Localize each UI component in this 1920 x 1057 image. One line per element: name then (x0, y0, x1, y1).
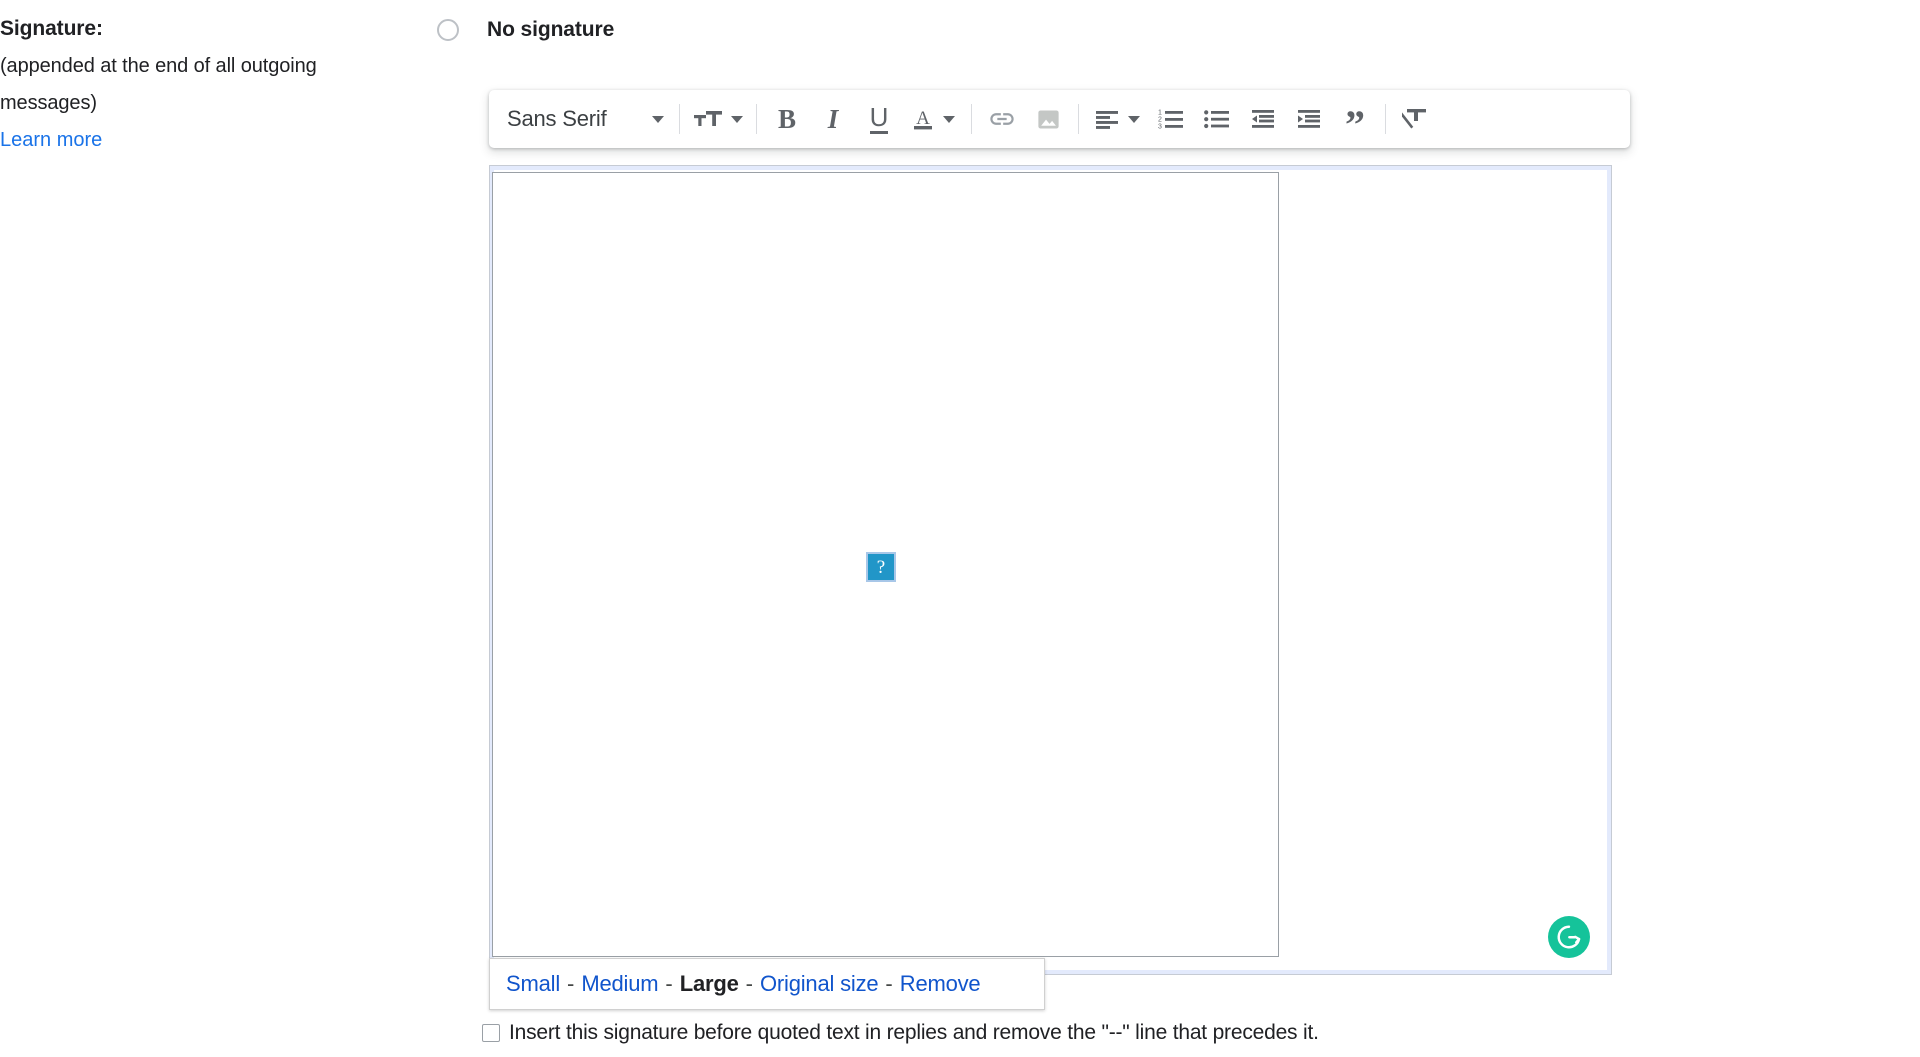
signature-description: (appended at the end of all outgoing mes… (0, 55, 317, 114)
font-family-value: Sans Serif (507, 106, 607, 131)
numbered-list-icon: 1 2 3 (1157, 107, 1185, 131)
font-size-icon (693, 107, 723, 131)
no-signature-option-row[interactable]: No signature (437, 18, 614, 42)
bold-icon: B (777, 103, 796, 134)
remove-formatting-button[interactable] (1393, 99, 1439, 139)
indent-more-button[interactable] (1286, 99, 1332, 139)
chevron-down-icon (652, 115, 664, 123)
underline-icon: U (869, 102, 889, 134)
toolbar-divider (756, 104, 757, 134)
image-icon (1035, 106, 1062, 133)
no-signature-label: No signature (487, 18, 615, 41)
italic-button[interactable]: I (810, 99, 856, 139)
link-icon (988, 105, 1016, 133)
numbered-list-button[interactable]: 1 2 3 (1148, 99, 1194, 139)
insert-before-quoted-text-row: Insert this signature before quoted text… (482, 1021, 1319, 1045)
font-size-button[interactable] (687, 99, 749, 139)
toolbar-divider (971, 104, 972, 134)
toolbar-divider (1385, 104, 1386, 134)
image-size-medium-link[interactable]: Medium (581, 971, 658, 997)
image-size-large-current[interactable]: Large (680, 971, 739, 997)
bulleted-list-button[interactable] (1194, 99, 1240, 139)
image-remove-link[interactable]: Remove (900, 971, 981, 997)
broken-image-placeholder-icon: ? (866, 552, 896, 582)
chevron-down-icon (731, 115, 743, 123)
quote-button[interactable]: ” (1332, 99, 1378, 147)
insert-link-button[interactable] (979, 99, 1025, 139)
insert-image-button[interactable] (1025, 99, 1071, 139)
bold-button[interactable]: B (764, 99, 810, 139)
separator: - (745, 971, 753, 996)
image-size-small-link[interactable]: Small (506, 971, 560, 997)
italic-icon: I (827, 103, 839, 134)
remove-formatting-icon (1402, 106, 1430, 132)
indent-less-button[interactable] (1240, 99, 1286, 139)
svg-text:A: A (916, 108, 930, 129)
text-color-button[interactable]: A (902, 99, 964, 139)
signature-label-column: Signature: (appended at the end of all o… (0, 10, 400, 159)
learn-more-link[interactable]: Learn more (0, 122, 102, 159)
chevron-down-icon (943, 115, 955, 123)
toolbar-divider (1078, 104, 1079, 134)
insert-before-quoted-text-checkbox[interactable] (482, 1024, 500, 1042)
no-signature-radio[interactable] (437, 19, 459, 41)
indent-more-icon (1296, 108, 1322, 130)
font-family-dropdown[interactable]: Sans Serif (497, 99, 672, 139)
page-title: Signature: (0, 17, 103, 40)
align-button[interactable] (1086, 99, 1148, 139)
grammarly-icon[interactable] (1548, 916, 1590, 958)
toolbar-divider (679, 104, 680, 134)
image-size-options-popup: Small - Medium - Large - Original size -… (489, 958, 1045, 1010)
underline-button[interactable]: U (856, 99, 902, 139)
svg-text:3: 3 (1158, 124, 1162, 131)
text-color-icon: A (911, 106, 935, 132)
grammarly-glyph (1557, 925, 1581, 949)
bulleted-list-icon (1203, 107, 1231, 131)
svg-text:2: 2 (1158, 117, 1162, 124)
quote-icon: ” (1345, 102, 1365, 147)
rich-text-toolbar: Sans Serif B I U A 1 2 3 ” (489, 90, 1630, 148)
separator: - (567, 971, 575, 996)
image-size-original-link[interactable]: Original size (760, 971, 879, 997)
align-left-icon (1094, 108, 1120, 130)
indent-less-icon (1250, 108, 1276, 130)
svg-text:1: 1 (1158, 110, 1162, 117)
separator: - (885, 971, 893, 996)
insert-before-quoted-text-label: Insert this signature before quoted text… (509, 1021, 1319, 1044)
signature-settings-panel: Signature: (appended at the end of all o… (0, 0, 1920, 1057)
chevron-down-icon (1128, 115, 1140, 123)
broken-image-question-mark: ? (876, 556, 886, 578)
separator: - (665, 971, 673, 996)
